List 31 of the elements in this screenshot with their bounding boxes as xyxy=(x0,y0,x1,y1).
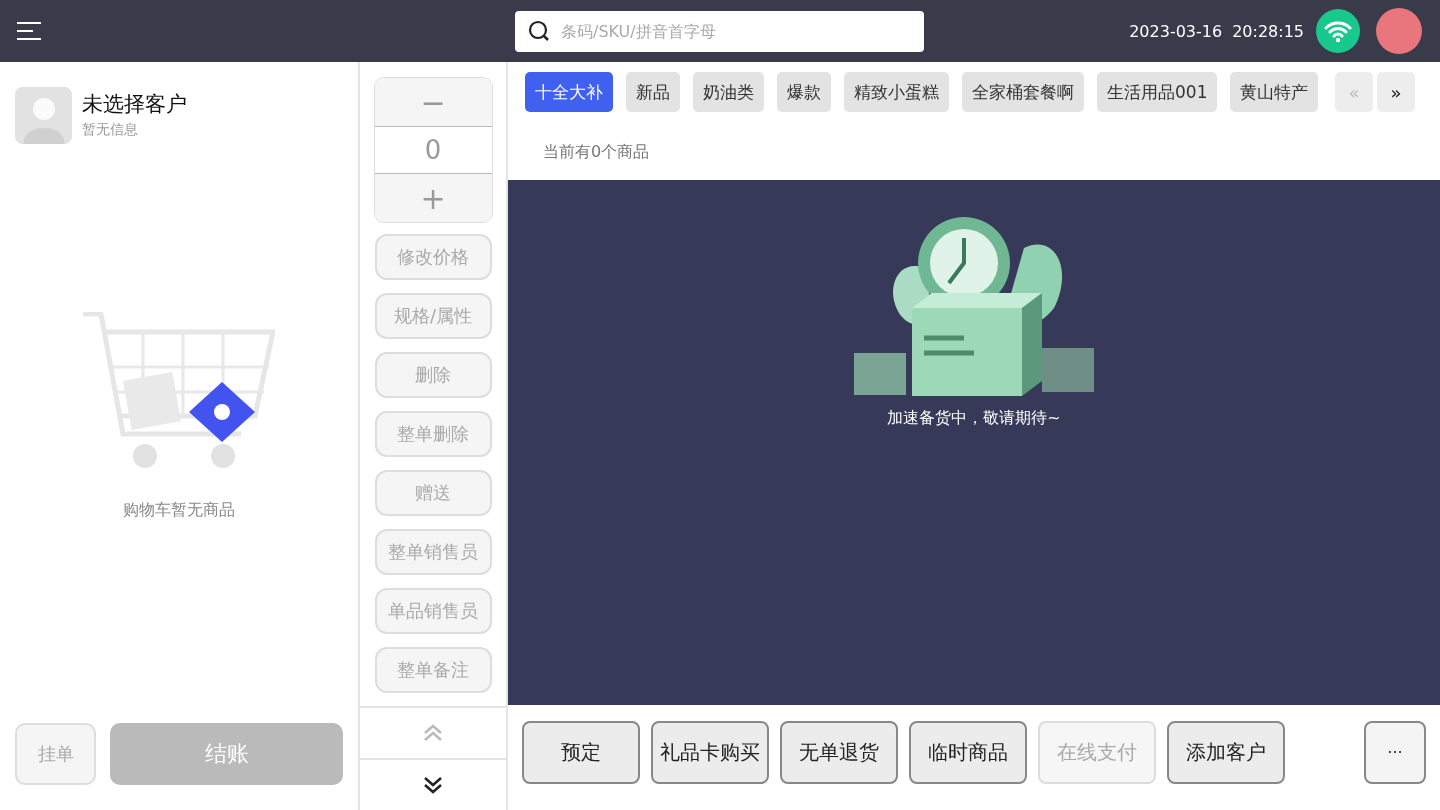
time-text: 20:28:15 xyxy=(1232,21,1304,41)
empty-products-text: 加速备货中，敬请期待~ xyxy=(887,408,1061,429)
category-tab[interactable]: 十全大补 xyxy=(525,72,613,112)
customer-info: 暂无信息 xyxy=(82,121,139,139)
category-tab[interactable]: 爆款 xyxy=(777,72,831,112)
empty-cart-text: 购物车暂无商品 xyxy=(123,499,235,521)
function-button[interactable]: 礼品卡购买 xyxy=(651,721,769,784)
category-tab[interactable]: 新品 xyxy=(626,72,680,112)
category-tab[interactable]: 奶油类 xyxy=(693,72,764,112)
product-count: 当前有0个商品 xyxy=(543,142,650,161)
wifi-icon[interactable] xyxy=(1316,9,1360,53)
double-chevron-up-icon xyxy=(423,724,443,742)
function-button[interactable]: 添加客户 xyxy=(1167,721,1285,784)
category-tab[interactable]: 精致小蛋糕 xyxy=(844,72,949,112)
more-button[interactable]: ··· xyxy=(1364,721,1426,784)
customer-name: 未选择客户 xyxy=(82,91,187,118)
search-field[interactable]: 条码/SKU/拼音首字母 xyxy=(515,10,924,52)
function-button[interactable]: 临时商品 xyxy=(909,721,1027,784)
search-icon xyxy=(527,18,551,43)
category-tab[interactable]: 生活用品001 xyxy=(1097,72,1218,112)
function-button[interactable]: 预定 xyxy=(522,721,640,784)
increase-button[interactable]: + xyxy=(374,174,492,222)
category-tab[interactable]: 全家桶套餐啊 xyxy=(962,72,1084,112)
decrease-button[interactable]: − xyxy=(374,78,492,126)
menu-icon[interactable] xyxy=(16,21,42,41)
date-text: 2023-03-16 xyxy=(1129,21,1223,41)
function-button[interactable]: 无单退货 xyxy=(780,721,898,784)
user-avatar[interactable] xyxy=(1376,8,1422,54)
category-tab[interactable]: 黄山特产 xyxy=(1230,72,1319,112)
next-page-button[interactable]: » xyxy=(1377,72,1415,112)
double-chevron-down-icon xyxy=(423,776,443,794)
